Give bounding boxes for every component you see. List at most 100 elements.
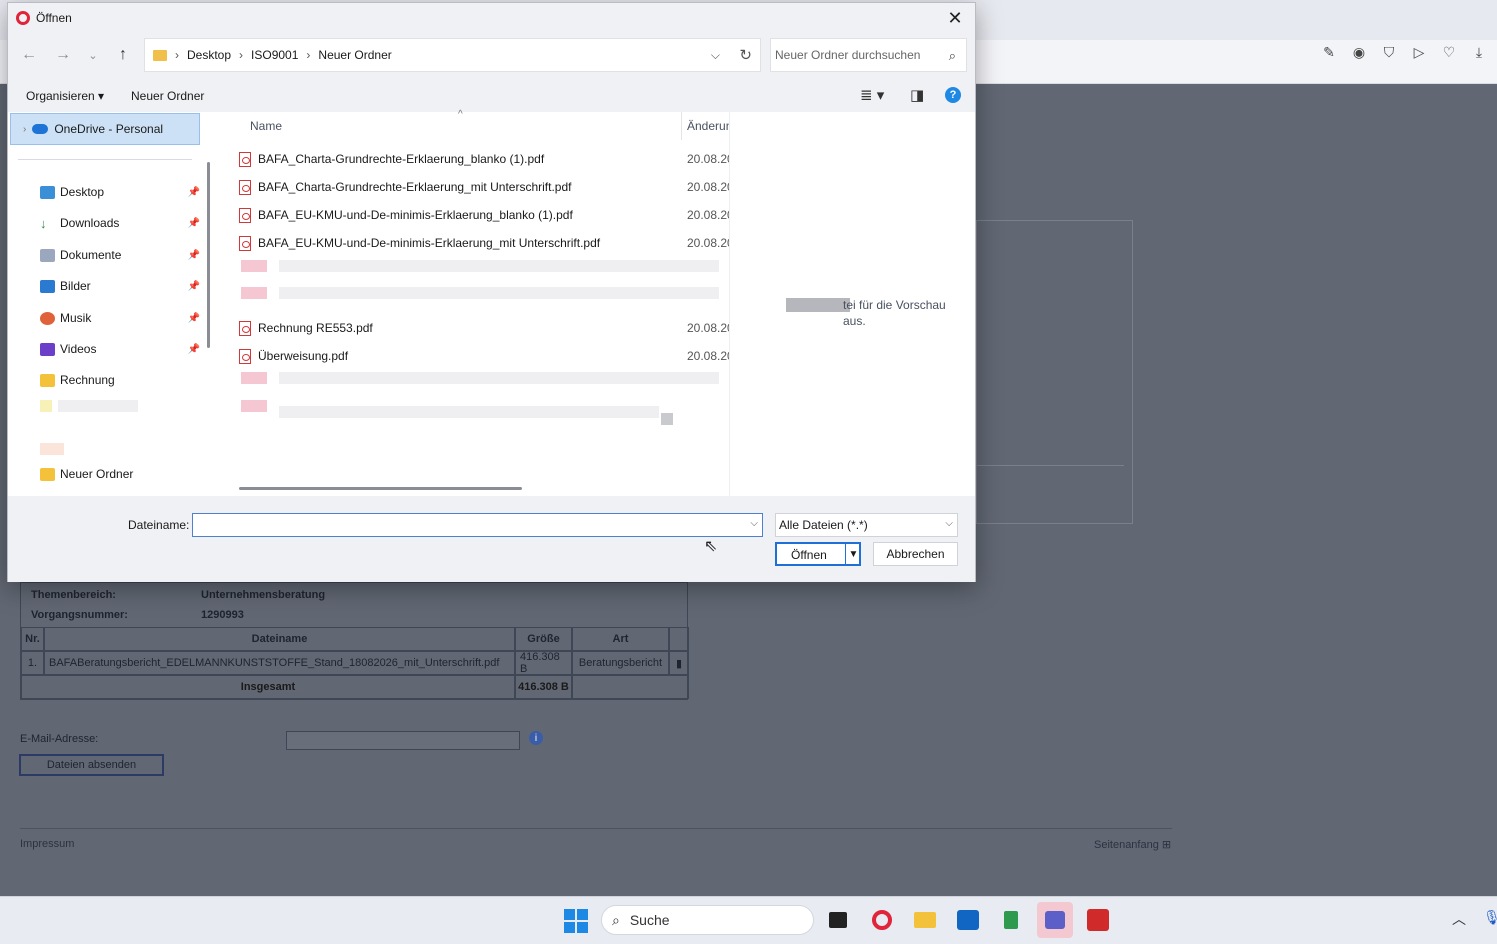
send-files-button[interactable]: Dateien absenden [19,754,164,776]
file-date: 20.08.20 [687,349,729,363]
pdf-file-icon [239,207,251,223]
horizontal-scrollbar[interactable] [239,487,522,490]
background-frame [976,220,1133,524]
open-file-dialog: Öffnen ✕ ← → ⌄ ↑ › Desktop › ISO9001 › N… [7,2,976,582]
pdf-file-icon [239,151,251,167]
column-header-name[interactable]: Name [250,112,282,140]
forward-arrow-icon[interactable]: → [52,44,74,66]
windows-start-icon[interactable] [564,909,588,933]
nav-item-label: Dokumente [60,248,122,262]
expand-chevron-icon[interactable]: › [23,124,26,135]
nav-item-musik[interactable]: Musik 📌 [40,308,200,328]
breadcrumb-neuer-ordner[interactable]: Neuer Ordner [318,48,391,62]
info-icon[interactable]: i [529,731,543,745]
address-bar[interactable]: › Desktop › ISO9001 › Neuer Ordner ⌵ ↻ [144,38,761,72]
nav-item-rechnung[interactable]: Rechnung [40,370,200,390]
nav-item-onedrive[interactable]: › OneDrive - Personal [10,113,200,145]
chevron-up-icon[interactable]: ︿ [1452,909,1466,929]
upload-meta: Themenbereich: Unternehmensberatung Vorg… [21,583,687,627]
view-options-icon[interactable]: ≣ ▾ [860,86,884,104]
breadcrumb-iso9001[interactable]: ISO9001 [251,48,298,62]
file-date: 20.08.20 [687,152,729,166]
preview-pane-icon[interactable]: ◨ [910,86,924,104]
redacted-item [241,400,267,412]
redacted-item [241,260,267,272]
help-icon[interactable]: ? [945,87,961,103]
recent-chevron-icon[interactable]: ⌄ [82,44,104,66]
back-arrow-icon[interactable]: ← [18,44,40,66]
folder-icon [40,467,55,481]
file-row[interactable]: Rechnung RE553.pdf 20.08.20 [239,316,729,340]
chevron-down-icon[interactable]: ⌵ [711,48,720,63]
taskbar: ⌕ Suche ︿ 🎙 [0,896,1497,944]
browser-toolbar: ✎ ◉ ⛉ ▷ ♡ ⤓ [1321,44,1497,60]
heart-icon[interactable]: ♡ [1441,44,1457,60]
pin-icon[interactable]: 📌 [188,187,200,198]
filename-input[interactable]: ⌵ [192,513,763,537]
meta-label: Themenbereich: [31,589,116,601]
file-row[interactable]: Überweisung.pdf 20.08.20 [239,344,729,368]
nav-item-label: Downloads [60,216,120,230]
cancel-button[interactable]: Abbrechen [873,542,958,566]
column-separator[interactable] [681,112,682,140]
trash-icon[interactable]: ▮ [669,651,689,675]
preview-message: tei für die Vorschau aus. [843,298,946,328]
download-icon[interactable]: ⤓ [1471,44,1487,60]
nav-item-neuer-ordner[interactable]: Neuer Ordner [40,464,200,484]
taskbar-search-label: Suche [629,912,670,928]
pin-icon[interactable]: 📌 [188,250,200,261]
microphone-icon[interactable]: 🎙 [1483,909,1497,926]
open-button[interactable]: Öffnen ▼ [775,542,861,566]
breadcrumb-desktop[interactable]: Desktop [187,48,231,62]
folder-search-input[interactable]: Neuer Ordner durchsuchen ⌕ [770,38,967,72]
folder-icon [40,373,55,387]
play-icon[interactable]: ▷ [1411,44,1427,60]
outlook-icon[interactable] [955,907,981,933]
nav-item-desktop[interactable]: Desktop 📌 [40,182,200,202]
nav-scrollbar[interactable] [207,162,210,348]
teams-icon[interactable] [1037,902,1073,938]
pin-icon[interactable]: 📌 [188,281,200,292]
pin-icon[interactable]: 📌 [188,344,200,355]
new-folder-button[interactable]: Neuer Ordner [131,89,204,103]
pin-icon[interactable]: 📌 [188,313,200,324]
nav-item-label: Desktop [60,185,105,199]
file-row[interactable]: BAFA_Charta-Grundrechte-Erklaerung_mit U… [239,175,729,199]
nav-item-videos[interactable]: Videos 📌 [40,339,200,359]
search-placeholder: Neuer Ordner durchsuchen [775,48,921,62]
file-name: BAFA_Charta-Grundrechte-Erklaerung_blank… [258,152,545,166]
file-row[interactable]: BAFA_Charta-Grundrechte-Erklaerung_blank… [239,147,729,171]
nav-item-label: Rechnung [60,373,115,387]
nav-item-downloads[interactable]: ↓ Downloads 📌 [40,213,200,233]
excel-icon[interactable] [998,907,1024,933]
organize-button[interactable]: Organisieren ▾ [26,89,104,103]
filetype-select[interactable]: Alle Dateien (*.*) ⌵ [775,513,958,537]
col-empty [669,627,689,651]
task-view-icon[interactable] [825,907,851,933]
chevron-down-icon[interactable]: ⌵ [750,518,758,529]
file-row[interactable]: BAFA_EU-KMU-und-De-minimis-Erklaerung_mi… [239,231,729,255]
pin-icon[interactable]: 📌 [188,218,200,229]
open-options-dropdown-icon[interactable]: ▼ [845,544,861,564]
taskbar-search[interactable]: ⌕ Suche [601,905,814,935]
row-filename: BAFABeratungsbericht_EDELMANNKUNSTSTOFFE… [44,651,515,675]
page-top-label: Seitenanfang [1094,839,1159,851]
close-icon[interactable]: ✕ [943,7,967,29]
file-explorer-icon[interactable] [912,907,938,933]
email-input[interactable] [286,731,520,750]
total-empty [572,675,689,699]
opera-icon[interactable] [869,907,895,933]
edit-icon[interactable]: ✎ [1321,44,1337,60]
page-top-link[interactable]: Seitenanfang ⊞ [1094,838,1171,851]
file-row[interactable]: BAFA_EU-KMU-und-De-minimis-Erklaerung_bl… [239,203,729,227]
camera-icon[interactable]: ◉ [1351,44,1367,60]
refresh-icon[interactable]: ↻ [739,46,752,64]
nav-item-dokumente[interactable]: Dokumente 📌 [40,245,200,265]
up-arrow-icon[interactable]: ↑ [112,44,134,66]
acrobat-icon[interactable] [1085,907,1111,933]
impressum-link[interactable]: Impressum [20,838,74,850]
shield-icon[interactable]: ⛉ [1381,44,1397,60]
column-header-modified[interactable]: Änderun [687,112,732,140]
nav-item-bilder[interactable]: Bilder 📌 [40,276,200,296]
nav-item-label: Bilder [60,279,91,293]
